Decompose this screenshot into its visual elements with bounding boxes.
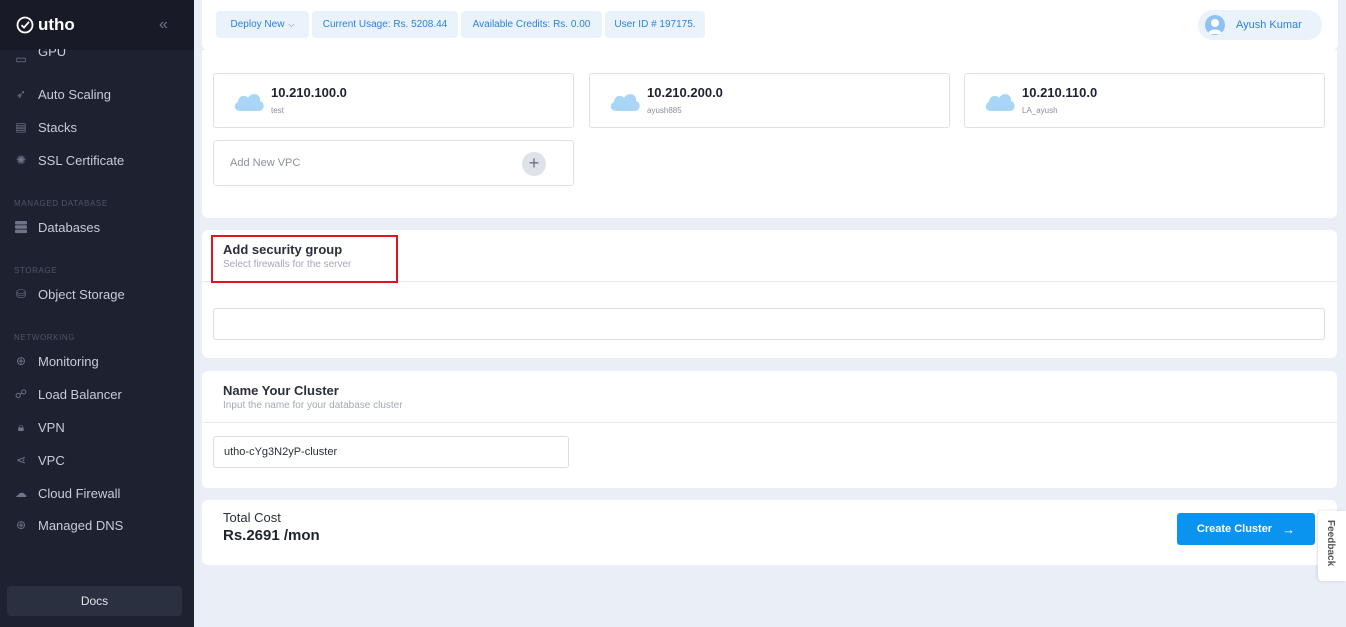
- sidebar-item-databases[interactable]: Databases: [14, 215, 184, 239]
- sidebar-item-auto-scaling[interactable]: ➶ Auto Scaling: [14, 82, 184, 106]
- avatar: [1205, 15, 1225, 35]
- sitemap-icon: ☍: [14, 387, 28, 401]
- cluster-name-subtitle: Input the name for your database cluster: [223, 400, 403, 411]
- sidebar-item-object-storage[interactable]: ⛁ Object Storage: [14, 282, 184, 306]
- add-new-vpc-button[interactable]: Add New VPC +: [213, 140, 574, 186]
- sidebar-item-load-balancer[interactable]: ☍ Load Balancer: [14, 382, 184, 406]
- sidebar-item-label: Monitoring: [38, 353, 99, 369]
- sidebar-item-cloud-firewall[interactable]: ☁ Cloud Firewall: [14, 481, 184, 505]
- cluster-name-title: Name Your Cluster: [223, 383, 339, 398]
- feedback-label: Feedback: [1325, 520, 1336, 567]
- deploy-new-label: Deploy New: [230, 19, 285, 30]
- gpu-icon: ▭: [15, 52, 27, 66]
- chevron-down-icon: ⌵: [288, 19, 295, 29]
- sidebar-item-label: Auto Scaling: [38, 86, 111, 102]
- vpc-name: LA_ayush: [1022, 106, 1058, 115]
- sidebar-item-monitoring[interactable]: ⊕ Monitoring: [14, 349, 184, 373]
- vpc-name: test: [271, 106, 284, 115]
- logo-check-icon: [16, 16, 34, 34]
- highlight-box: [211, 235, 398, 283]
- user-menu[interactable]: Ayush Kumar: [1198, 10, 1322, 40]
- create-cluster-label: Create Cluster: [1196, 523, 1273, 535]
- certificate-icon: ✺: [15, 153, 27, 167]
- sidebar: utho « ▭ GPU ➶ Auto Scaling ▤ Stacks ✺ S…: [0, 0, 194, 627]
- database-icon: [14, 220, 28, 234]
- cluster-name-header: Name Your Cluster Input the name for you…: [223, 383, 403, 411]
- sidebar-item-label: Stacks: [38, 119, 78, 135]
- object-storage-icon: ⛁: [15, 287, 27, 301]
- sidebar-item-managed-dns[interactable]: ⊕ Managed DNS: [14, 513, 184, 537]
- topbar: Deploy New ⌵ Current Usage: Rs. 5208.44 …: [202, 0, 1338, 50]
- available-credits-chip: Available Credits: Rs. 0.00: [461, 11, 602, 38]
- sidebar-item-label: Managed DNS: [38, 517, 124, 533]
- cloud-icon: [610, 94, 640, 111]
- sidebar-item-label: VPC: [38, 452, 65, 468]
- total-cost-label: Total Cost: [223, 510, 281, 525]
- user-name: Ayush Kumar: [1236, 19, 1302, 31]
- sidebar-item-vpn[interactable]: 🔒︎ VPN: [14, 415, 184, 439]
- sidebar-item-label: GPU: [38, 49, 67, 59]
- rocket-icon: ➶: [15, 87, 27, 101]
- globe-icon: ⊕: [15, 518, 27, 532]
- sidebar-item-gpu[interactable]: ▭ GPU: [14, 49, 184, 69]
- stacks-icon: ▤: [15, 120, 27, 134]
- cluster-name-card: Name Your Cluster Input the name for you…: [202, 371, 1337, 488]
- sidebar-item-stacks[interactable]: ▤ Stacks: [14, 115, 184, 139]
- brand-bar: utho «: [0, 0, 194, 50]
- cloud-icon: [985, 94, 1015, 111]
- lock-icon: 🔒︎: [17, 419, 25, 434]
- vpc-ip: 10.210.200.0: [647, 85, 723, 100]
- divider: [202, 422, 1337, 423]
- plus-icon: +: [522, 152, 546, 176]
- vpc-tile[interactable]: 10.210.200.0 ayush885: [589, 73, 950, 128]
- total-cost-card: Total Cost Rs.2691 /mon Create Cluster →: [202, 500, 1337, 565]
- vpc-tile[interactable]: 10.210.110.0 LA_ayush: [964, 73, 1325, 128]
- create-cluster-button[interactable]: Create Cluster →: [1177, 513, 1315, 545]
- sidebar-item-label: SSL Certificate: [38, 152, 125, 168]
- current-usage-chip: Current Usage: Rs. 5208.44: [312, 11, 458, 38]
- sidebar-item-label: Databases: [38, 219, 101, 235]
- sidebar-item-label: Cloud Firewall: [38, 485, 121, 501]
- total-cost-value: Rs.2691 /mon: [223, 527, 320, 544]
- firewall-icon: ☁: [15, 486, 27, 500]
- deploy-new-dropdown[interactable]: Deploy New ⌵: [216, 11, 309, 38]
- sidebar-item-label: VPN: [38, 419, 65, 435]
- vpc-tile[interactable]: 10.210.100.0 test: [213, 73, 574, 128]
- cloud-icon: [234, 94, 264, 111]
- section-networking: NETWORKING: [14, 333, 76, 342]
- share-icon: ⋖: [15, 453, 27, 467]
- utho-logo[interactable]: utho: [16, 15, 75, 35]
- arrow-right-icon: →: [1282, 521, 1296, 537]
- globe-icon: ⊕: [15, 354, 27, 368]
- sidebar-item-label: Object Storage: [38, 286, 125, 302]
- add-new-vpc-label: Add New VPC: [230, 157, 301, 169]
- section-managed-database: MANAGED DATABASE: [14, 199, 108, 208]
- user-id-chip: User ID # 197175.: [605, 11, 705, 38]
- feedback-tab[interactable]: Feedback: [1318, 511, 1346, 581]
- vpc-ip: 10.210.110.0: [1022, 85, 1098, 100]
- collapse-sidebar-icon[interactable]: «: [159, 16, 168, 34]
- vpc-ip: 10.210.100.0: [271, 85, 347, 100]
- brand-name: utho: [38, 15, 75, 34]
- sidebar-item-ssl-certificate[interactable]: ✺ SSL Certificate: [14, 148, 184, 172]
- security-group-select[interactable]: [213, 308, 1325, 340]
- cluster-name-input[interactable]: [213, 436, 569, 468]
- vpc-card: 10.210.100.0 test 10.210.200.0 ayush885 …: [202, 50, 1337, 218]
- sidebar-item-label: Load Balancer: [38, 386, 122, 402]
- sidebar-item-vpc[interactable]: ⋖ VPC: [14, 448, 184, 472]
- vpc-name: ayush885: [647, 106, 682, 115]
- section-storage: STORAGE: [14, 266, 58, 275]
- docs-button[interactable]: Docs: [7, 586, 182, 616]
